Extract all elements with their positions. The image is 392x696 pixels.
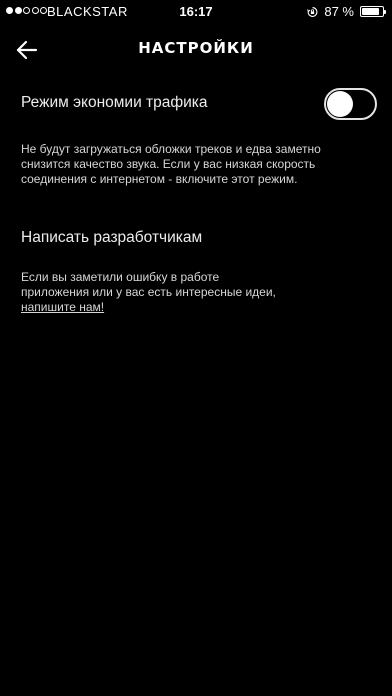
- feedback-title: Написать разработчикам: [21, 229, 203, 246]
- feedback-description: Если вы заметили ошибку в работе приложе…: [21, 270, 283, 315]
- status-right: 87 %: [307, 4, 386, 19]
- contact-link[interactable]: напишите нам!: [21, 300, 104, 314]
- traffic-saving-toggle[interactable]: [324, 88, 377, 120]
- rotation-lock-icon: [307, 6, 318, 17]
- traffic-saving-description: Не будут загружаться обложки треков и ед…: [21, 142, 321, 186]
- traffic-saving-title: Режим экономии трафика: [21, 94, 208, 111]
- toggle-knob: [327, 91, 353, 117]
- battery-fill: [362, 8, 380, 15]
- battery-tip: [384, 10, 386, 14]
- page-title: НАСТРОЙКИ: [138, 39, 254, 57]
- feedback-text: Если вы заметили ошибку в работе приложе…: [21, 270, 276, 299]
- battery-icon: [360, 6, 386, 17]
- battery-percent: 87 %: [324, 4, 354, 19]
- header: НАСТРОЙКИ: [0, 30, 392, 70]
- status-bar: BLACKSTAR 16:17 87 %: [0, 0, 392, 24]
